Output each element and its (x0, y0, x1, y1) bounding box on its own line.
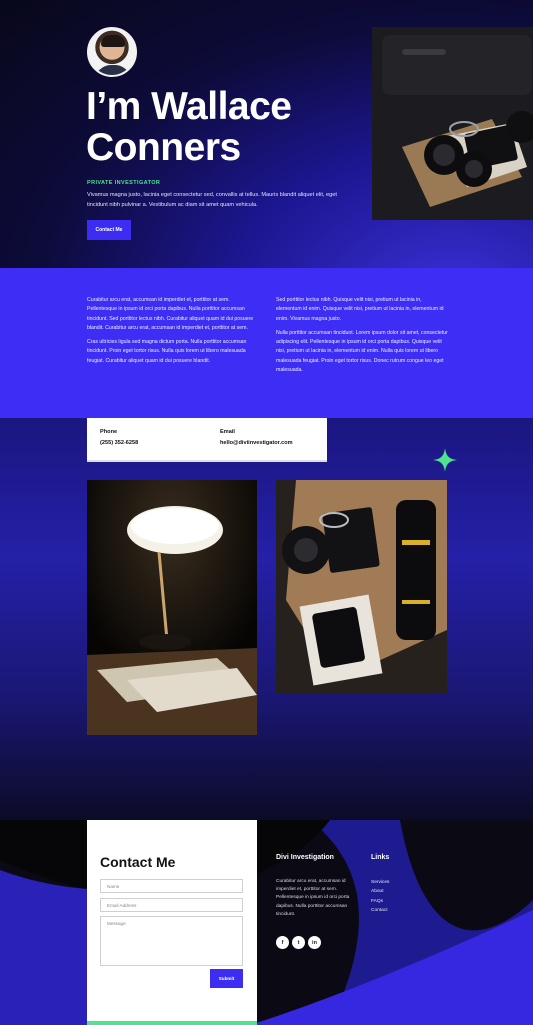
about-band: Curabitur arcu erat, accumsan id imperdi… (0, 268, 533, 418)
phone-label: Phone (100, 429, 118, 435)
footer: Contact Me Name Email Address Message Su… (0, 820, 533, 1025)
social-icons: f t in (276, 936, 321, 949)
avatar (87, 27, 137, 77)
about-paragraph: Nulla porttitor accumsan tincidunt. Lore… (276, 329, 448, 374)
twitter-icon[interactable]: t (292, 936, 305, 949)
footer-brand-title: Divi Investigation (276, 854, 334, 861)
about-left-column: Curabitur arcu erat, accumsan id imperdi… (87, 296, 259, 371)
contact-form-title: Contact Me (100, 854, 176, 870)
contact-info-card: Phone (255) 352-6258 Email hello@diviinv… (87, 418, 327, 462)
name-field[interactable]: Name (100, 879, 243, 893)
about-paragraph: Curabitur arcu erat, accumsan id imperdi… (87, 297, 254, 331)
footer-link-contact[interactable]: Contact (371, 906, 389, 915)
contact-form: Contact Me Name Email Address Message Su… (87, 820, 257, 1025)
footer-link-about[interactable]: About (371, 887, 389, 896)
hero-description: Vivamus magna justo, lacinia eget consec… (87, 192, 337, 208)
camera-desk-photo (276, 480, 447, 693)
hero-section: I’m Wallace Conners PRIVATE INVESTIGATOR… (0, 0, 533, 268)
message-field[interactable]: Message (100, 916, 243, 966)
facebook-icon[interactable]: f (276, 936, 289, 949)
about-paragraph: Cras ultricies ligula sed magna dictum p… (87, 339, 247, 364)
hero-binoculars-photo (372, 27, 533, 220)
footer-link-faqs[interactable]: FAQs (371, 897, 389, 906)
hero-eyebrow: PRIVATE INVESTIGATOR (87, 180, 161, 186)
footer-background-shape (0, 820, 533, 1025)
email-label: Email (220, 429, 235, 435)
lamp-photo (87, 480, 257, 735)
footer-brand-text: Curabitur arcu erat, accumsan id imperdi… (276, 879, 350, 917)
footer-links-title: Links (371, 854, 390, 861)
about-right-column: Sed porttitor lectus nibh. Quisque velit… (276, 296, 448, 380)
sparkle-icon (433, 448, 457, 472)
contact-me-button[interactable]: Contact Me (87, 220, 131, 240)
hero-title: I’m Wallace Conners (86, 85, 292, 169)
about-paragraph: Sed porttitor lectus nibh. Quisque velit… (276, 297, 444, 322)
email-address[interactable]: hello@diviinvestigator.com (220, 440, 293, 446)
phone-number[interactable]: (255) 352-6258 (100, 440, 138, 446)
email-field[interactable]: Email Address (100, 898, 243, 912)
linkedin-icon[interactable]: in (308, 936, 321, 949)
submit-button[interactable]: Submit (210, 969, 243, 988)
footer-links: Services About FAQs Contact (371, 878, 389, 915)
footer-link-services[interactable]: Services (371, 878, 389, 887)
gallery-section: Phone (255) 352-6258 Email hello@diviinv… (0, 418, 533, 820)
